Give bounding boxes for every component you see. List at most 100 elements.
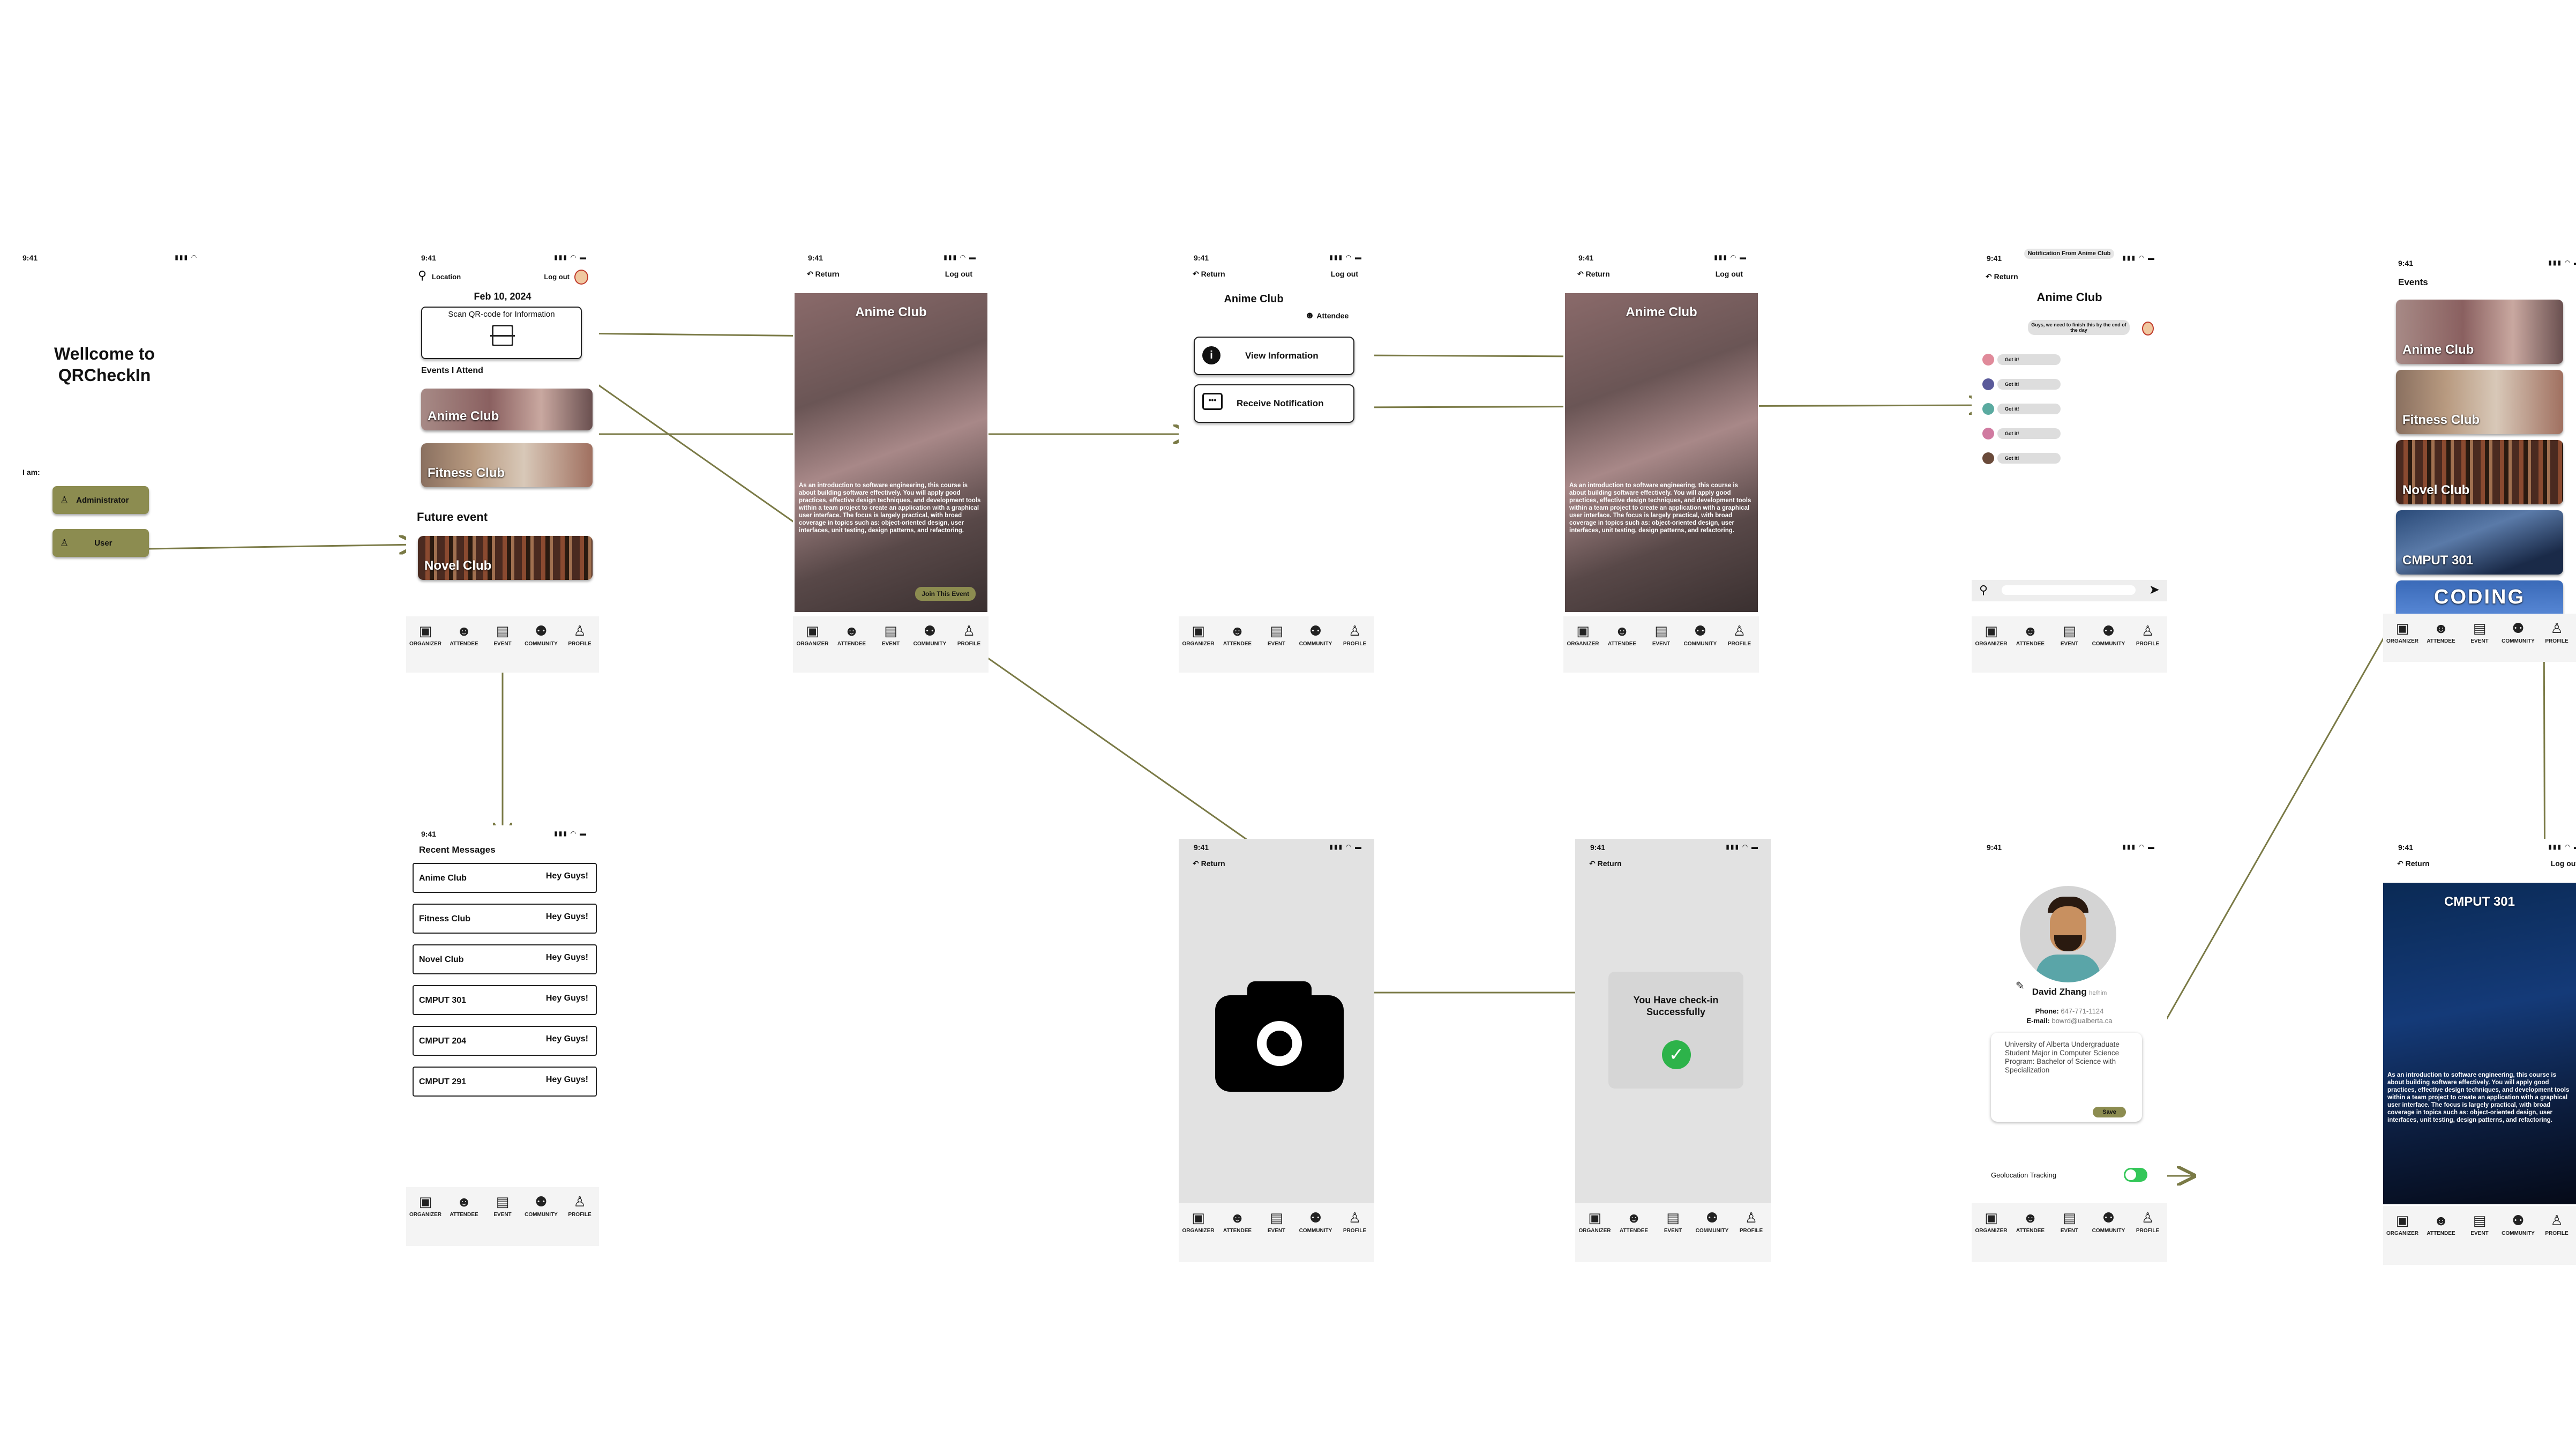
tab-event[interactable]: ▤ EVENT bbox=[486, 1194, 519, 1218]
event-card[interactable]: Fitness Club bbox=[2396, 370, 2563, 434]
save-button[interactable]: Save bbox=[2093, 1107, 2126, 1117]
notification-banner[interactable]: Notification From Anime Club bbox=[2024, 249, 2114, 259]
geolocation-toggle[interactable] bbox=[2124, 1168, 2147, 1182]
tab-community[interactable]: ⚉ COMMUNITY bbox=[525, 1194, 558, 1218]
tab-attendee[interactable]: ☻ ATTENDEE bbox=[1606, 623, 1639, 647]
tab-community[interactable]: ⚉ COMMUNITY bbox=[1299, 623, 1332, 647]
event-card-fitness[interactable]: Fitness Club bbox=[421, 443, 593, 487]
tab-event[interactable]: ▤ EVENT bbox=[2463, 1212, 2496, 1236]
tab-attendee[interactable]: ☻ ATTENDEE bbox=[2014, 1210, 2047, 1234]
tab-organizer[interactable]: ▣ ORGANIZER bbox=[796, 623, 829, 647]
view-information-button[interactable]: i View Information bbox=[1194, 337, 1354, 375]
return-button[interactable]: ↶ Return bbox=[2397, 859, 2430, 868]
logout-link[interactable]: Log out bbox=[1331, 270, 1358, 278]
tab-attendee[interactable]: ☻ ATTENDEE bbox=[2424, 1212, 2458, 1236]
event-card[interactable]: Anime Club bbox=[2396, 300, 2563, 364]
receive-notification-button[interactable]: ••• Receive Notification bbox=[1194, 384, 1354, 423]
tab-profile[interactable]: ♙ PROFILE bbox=[2131, 623, 2165, 647]
tab-profile[interactable]: ♙ PROFILE bbox=[1735, 1210, 1768, 1234]
send-icon[interactable]: ➤ bbox=[2149, 582, 2160, 598]
return-button[interactable]: ↶ Return bbox=[1193, 270, 1225, 279]
tab-organizer[interactable]: ▣ ORGANIZER bbox=[2386, 1212, 2419, 1236]
logout-link[interactable]: Log out bbox=[945, 270, 972, 278]
tab-community[interactable]: ⚉ COMMUNITY bbox=[2092, 623, 2125, 647]
tab-community[interactable]: ⚉ COMMUNITY bbox=[1696, 1210, 1729, 1234]
attachment-icon[interactable]: ⚲ bbox=[1979, 583, 1988, 597]
tab-attendee[interactable]: ☻ ATTENDEE bbox=[2424, 620, 2458, 644]
tab-organizer[interactable]: ▣ ORGANIZER bbox=[1578, 1210, 1612, 1234]
tab-profile[interactable]: ♙ PROFILE bbox=[1338, 1210, 1372, 1234]
tab-event[interactable]: ▤ EVENT bbox=[1260, 623, 1293, 647]
tab-event[interactable]: ▤ EVENT bbox=[1645, 623, 1678, 647]
tab-organizer[interactable]: ▣ ORGANIZER bbox=[1975, 623, 2008, 647]
administrator-button[interactable]: ♙ Administrator bbox=[53, 486, 149, 514]
tab-event[interactable]: ▤ EVENT bbox=[486, 623, 519, 647]
tab-community[interactable]: ⚉ COMMUNITY bbox=[525, 623, 558, 647]
event-card-anime[interactable]: Anime Club bbox=[421, 389, 593, 430]
event-card-novel[interactable]: Novel Club bbox=[418, 536, 593, 580]
tab-organizer[interactable]: ▣ ORGANIZER bbox=[409, 623, 442, 647]
camera-shutter-icon[interactable] bbox=[1215, 981, 1344, 1092]
avatar[interactable] bbox=[574, 270, 588, 285]
tab-profile[interactable]: ♙ PROFILE bbox=[563, 1194, 596, 1218]
message-row[interactable]: Fitness Club Hey Guys! bbox=[413, 904, 597, 934]
profile-avatar[interactable] bbox=[2020, 886, 2116, 982]
message-row[interactable]: Novel Club Hey Guys! bbox=[413, 944, 597, 974]
tab-profile[interactable]: ♙ PROFILE bbox=[953, 623, 986, 647]
message-row[interactable]: Anime Club Hey Guys! bbox=[413, 863, 597, 893]
location-pin-icon[interactable]: ⚲ bbox=[418, 269, 426, 282]
logout-link[interactable]: Log out bbox=[544, 273, 570, 281]
tab-community[interactable]: ⚉ COMMUNITY bbox=[2092, 1210, 2125, 1234]
user-button[interactable]: ♙ User bbox=[53, 529, 149, 557]
message-input[interactable] bbox=[2002, 585, 2136, 595]
return-button[interactable]: ↶ Return bbox=[1589, 859, 1622, 868]
tab-attendee[interactable]: ☻ ATTENDEE bbox=[447, 1194, 481, 1218]
event-card[interactable]: Novel Club bbox=[2396, 440, 2563, 504]
tab-organizer[interactable]: ▣ ORGANIZER bbox=[2386, 620, 2419, 644]
tab-organizer[interactable]: ▣ ORGANIZER bbox=[1975, 1210, 2008, 1234]
event-card[interactable]: CMPUT 301 bbox=[2396, 510, 2563, 575]
tab-event[interactable]: ▤ EVENT bbox=[2053, 623, 2086, 647]
tab-organizer[interactable]: ▣ ORGANIZER bbox=[1182, 623, 1215, 647]
status-icons: ▮▮▮ ◠ ▬ bbox=[1329, 843, 1362, 851]
tab-profile[interactable]: ♙ PROFILE bbox=[1338, 623, 1372, 647]
tab-event[interactable]: ▤ EVENT bbox=[2463, 620, 2496, 644]
tab-community[interactable]: ⚉ COMMUNITY bbox=[1684, 623, 1717, 647]
tab-event[interactable]: ▤ EVENT bbox=[2053, 1210, 2086, 1234]
tab-organizer[interactable]: ▣ ORGANIZER bbox=[1567, 623, 1600, 647]
tab-profile[interactable]: ♙ PROFILE bbox=[563, 623, 596, 647]
bio-card[interactable]: University of Alberta Undergraduate Stud… bbox=[1991, 1033, 2142, 1122]
scan-qr-button[interactable]: Scan QR-code for Information bbox=[421, 307, 582, 359]
join-event-button[interactable]: Join This Event bbox=[915, 587, 976, 601]
message-row[interactable]: CMPUT 204 Hey Guys! bbox=[413, 1026, 597, 1056]
return-button[interactable]: ↶ Return bbox=[1577, 270, 1610, 279]
return-button[interactable]: ↶ Return bbox=[1193, 859, 1225, 868]
tab-event[interactable]: ▤ EVENT bbox=[874, 623, 908, 647]
tab-community[interactable]: ⚉ COMMUNITY bbox=[1299, 1210, 1332, 1234]
tab-profile[interactable]: ♙ PROFILE bbox=[2540, 1212, 2573, 1236]
tab-community[interactable]: ⚉ COMMUNITY bbox=[2502, 620, 2535, 644]
tab-profile[interactable]: ♙ PROFILE bbox=[2540, 620, 2573, 644]
tab-attendee[interactable]: ☻ ATTENDEE bbox=[2014, 623, 2047, 647]
logout-link[interactable]: Log out bbox=[1716, 270, 1743, 278]
tab-community[interactable]: ⚉ COMMUNITY bbox=[913, 623, 947, 647]
location-label[interactable]: Location bbox=[432, 273, 461, 281]
tab-profile[interactable]: ♙ PROFILE bbox=[2131, 1210, 2165, 1234]
message-row[interactable]: CMPUT 301 Hey Guys! bbox=[413, 985, 597, 1015]
tab-event[interactable]: ▤ EVENT bbox=[1260, 1210, 1293, 1234]
tab-community[interactable]: ⚉ COMMUNITY bbox=[2502, 1212, 2535, 1236]
message-preview: Hey Guys! bbox=[545, 871, 588, 881]
tab-attendee[interactable]: ☻ ATTENDEE bbox=[1221, 1210, 1254, 1234]
tab-attendee[interactable]: ☻ ATTENDEE bbox=[447, 623, 481, 647]
return-button[interactable]: ↶ Return bbox=[807, 270, 840, 279]
return-button[interactable]: ↶ Return bbox=[1986, 272, 2018, 281]
tab-attendee[interactable]: ☻ ATTENDEE bbox=[835, 623, 868, 647]
tab-event[interactable]: ▤ EVENT bbox=[1657, 1210, 1690, 1234]
tab-attendee[interactable]: ☻ ATTENDEE bbox=[1618, 1210, 1651, 1234]
tab-attendee[interactable]: ☻ ATTENDEE bbox=[1221, 623, 1254, 647]
message-row[interactable]: CMPUT 291 Hey Guys! bbox=[413, 1067, 597, 1097]
logout-link[interactable]: Log out bbox=[2551, 859, 2576, 868]
tab-organizer[interactable]: ▣ ORGANIZER bbox=[409, 1194, 442, 1218]
tab-profile[interactable]: ♙ PROFILE bbox=[1723, 623, 1756, 647]
tab-organizer[interactable]: ▣ ORGANIZER bbox=[1182, 1210, 1215, 1234]
